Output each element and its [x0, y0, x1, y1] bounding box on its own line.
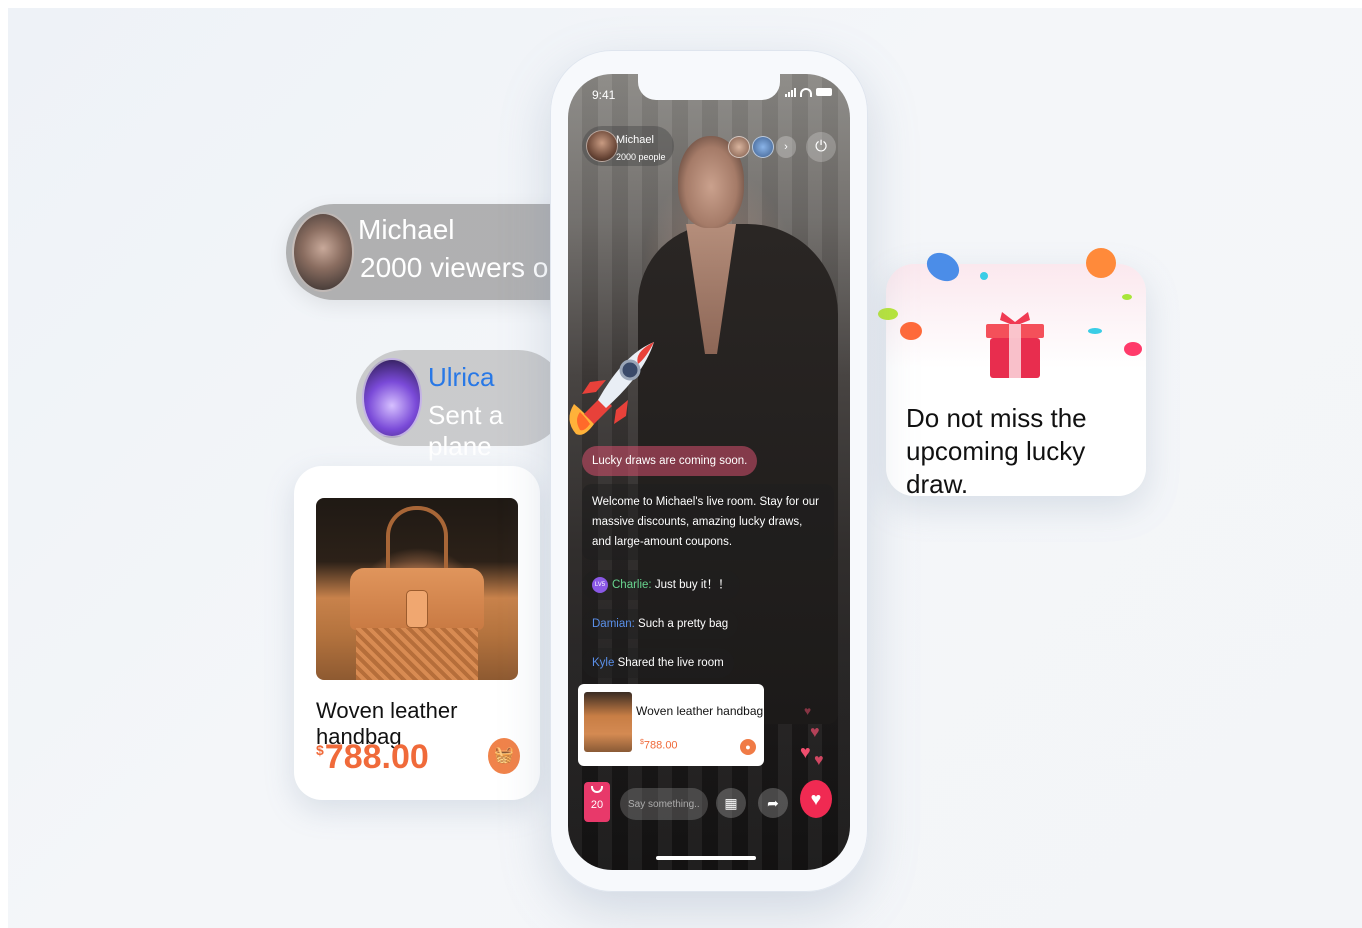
chat-message: LV5 Charlie: Just buy it！！	[582, 570, 740, 600]
chat-message: Kyle Shared the live room	[582, 648, 734, 678]
floating-heart-icon: ♥	[810, 724, 820, 741]
bag-clasp	[406, 590, 428, 628]
confetti-decoration	[1088, 328, 1102, 334]
viewer-avatar[interactable]	[752, 136, 774, 158]
floating-heart-icon: ♥	[814, 752, 824, 769]
confetti-decoration	[921, 247, 965, 287]
grid-icon[interactable]: ▦	[716, 788, 746, 818]
shopping-bag-button[interactable]: 20	[584, 782, 610, 822]
welcome-message: Welcome to Michael's live room. Stay for…	[582, 484, 834, 560]
phone-frame: 9:41 Michael 2000 people › ⏻ Lucky draws…	[550, 50, 868, 892]
product-mini-card[interactable]: Woven leather handbag $788.00 ●	[578, 684, 764, 766]
power-icon[interactable]: ⏻	[806, 132, 836, 162]
shopping-bag-icon	[591, 786, 603, 793]
lucky-draw-banner: Lucky draws are coming soon.	[582, 446, 758, 476]
canvas: Michael 2000 viewers online Ulrica Sent …	[8, 8, 1362, 928]
rocket-icon	[569, 342, 654, 435]
confetti-decoration	[878, 308, 898, 320]
phone-notch	[638, 74, 780, 100]
chevron-right-icon[interactable]: ›	[776, 136, 796, 158]
chat-user: Kyle	[592, 657, 615, 669]
chat-user: Damian:	[592, 618, 635, 630]
host-viewer-count: 2000 people	[616, 152, 666, 162]
price-value: 788.00	[643, 739, 678, 752]
price-value: 788.00	[324, 738, 429, 776]
live-stream-screen: 9:41 Michael 2000 people › ⏻ Lucky draws…	[568, 74, 850, 870]
lucky-draw-card: Do not miss the upcoming lucky draw.	[878, 247, 1146, 499]
floating-heart-icon: ♥	[800, 742, 811, 762]
share-icon[interactable]: ➦	[758, 788, 788, 818]
confetti-decoration	[980, 272, 988, 280]
viewer-card-name: Michael	[358, 214, 455, 245]
product-price: $788.00	[316, 738, 429, 777]
chat-text: Shared the live room	[614, 657, 724, 669]
bag-strap	[386, 506, 448, 572]
product-mini-price: $788.00	[640, 739, 678, 752]
product-image	[316, 498, 518, 680]
confetti-decoration	[1086, 248, 1116, 278]
status-bar-icons	[785, 87, 832, 97]
basket-icon[interactable]: ●	[740, 739, 756, 755]
confetti-decoration	[1124, 342, 1142, 356]
host-avatar	[586, 130, 618, 162]
host-info-pill[interactable]: Michael 2000 people	[582, 126, 674, 166]
viewer-avatar[interactable]	[728, 136, 750, 158]
gift-action-text: Sent a plane	[428, 400, 504, 461]
sender-name: Ulrica	[428, 362, 495, 392]
gift-notification-card: Ulrica Sent a plane	[356, 350, 566, 461]
chat-input[interactable]	[620, 788, 708, 820]
chat-text: Just buy it！！	[651, 579, 730, 591]
like-heart-icon[interactable]: ♥	[800, 780, 832, 818]
confetti-decoration	[1122, 294, 1132, 300]
wifi-icon	[800, 87, 812, 97]
product-mini-image	[584, 692, 632, 752]
currency-symbol: $	[316, 742, 324, 758]
host-avatar	[292, 212, 354, 292]
host-name: Michael	[616, 134, 654, 146]
floating-heart-icon: ♥	[804, 704, 812, 718]
product-card[interactable]: Woven leather handbag $788.00 🧺	[294, 466, 540, 800]
confetti-decoration	[900, 322, 922, 340]
chat-text: Such a pretty bag	[634, 618, 729, 630]
status-time: 9:41	[592, 88, 616, 102]
sender-avatar	[362, 358, 422, 438]
home-indicator	[656, 856, 756, 860]
gift-icon	[986, 312, 1044, 378]
basket-icon[interactable]: 🧺	[488, 738, 520, 774]
chat-user: Charlie:	[612, 579, 652, 591]
signal-icon	[785, 87, 796, 97]
battery-icon	[816, 88, 832, 96]
lucky-draw-text: Do not miss the upcoming lucky draw.	[906, 403, 1087, 499]
bag-basket	[356, 628, 478, 680]
chat-message: Damian: Such a pretty bag	[582, 609, 739, 639]
product-mini-name: Woven leather handbag	[636, 704, 764, 718]
cart-count: 20	[590, 799, 604, 811]
level-badge: LV5	[592, 576, 608, 593]
